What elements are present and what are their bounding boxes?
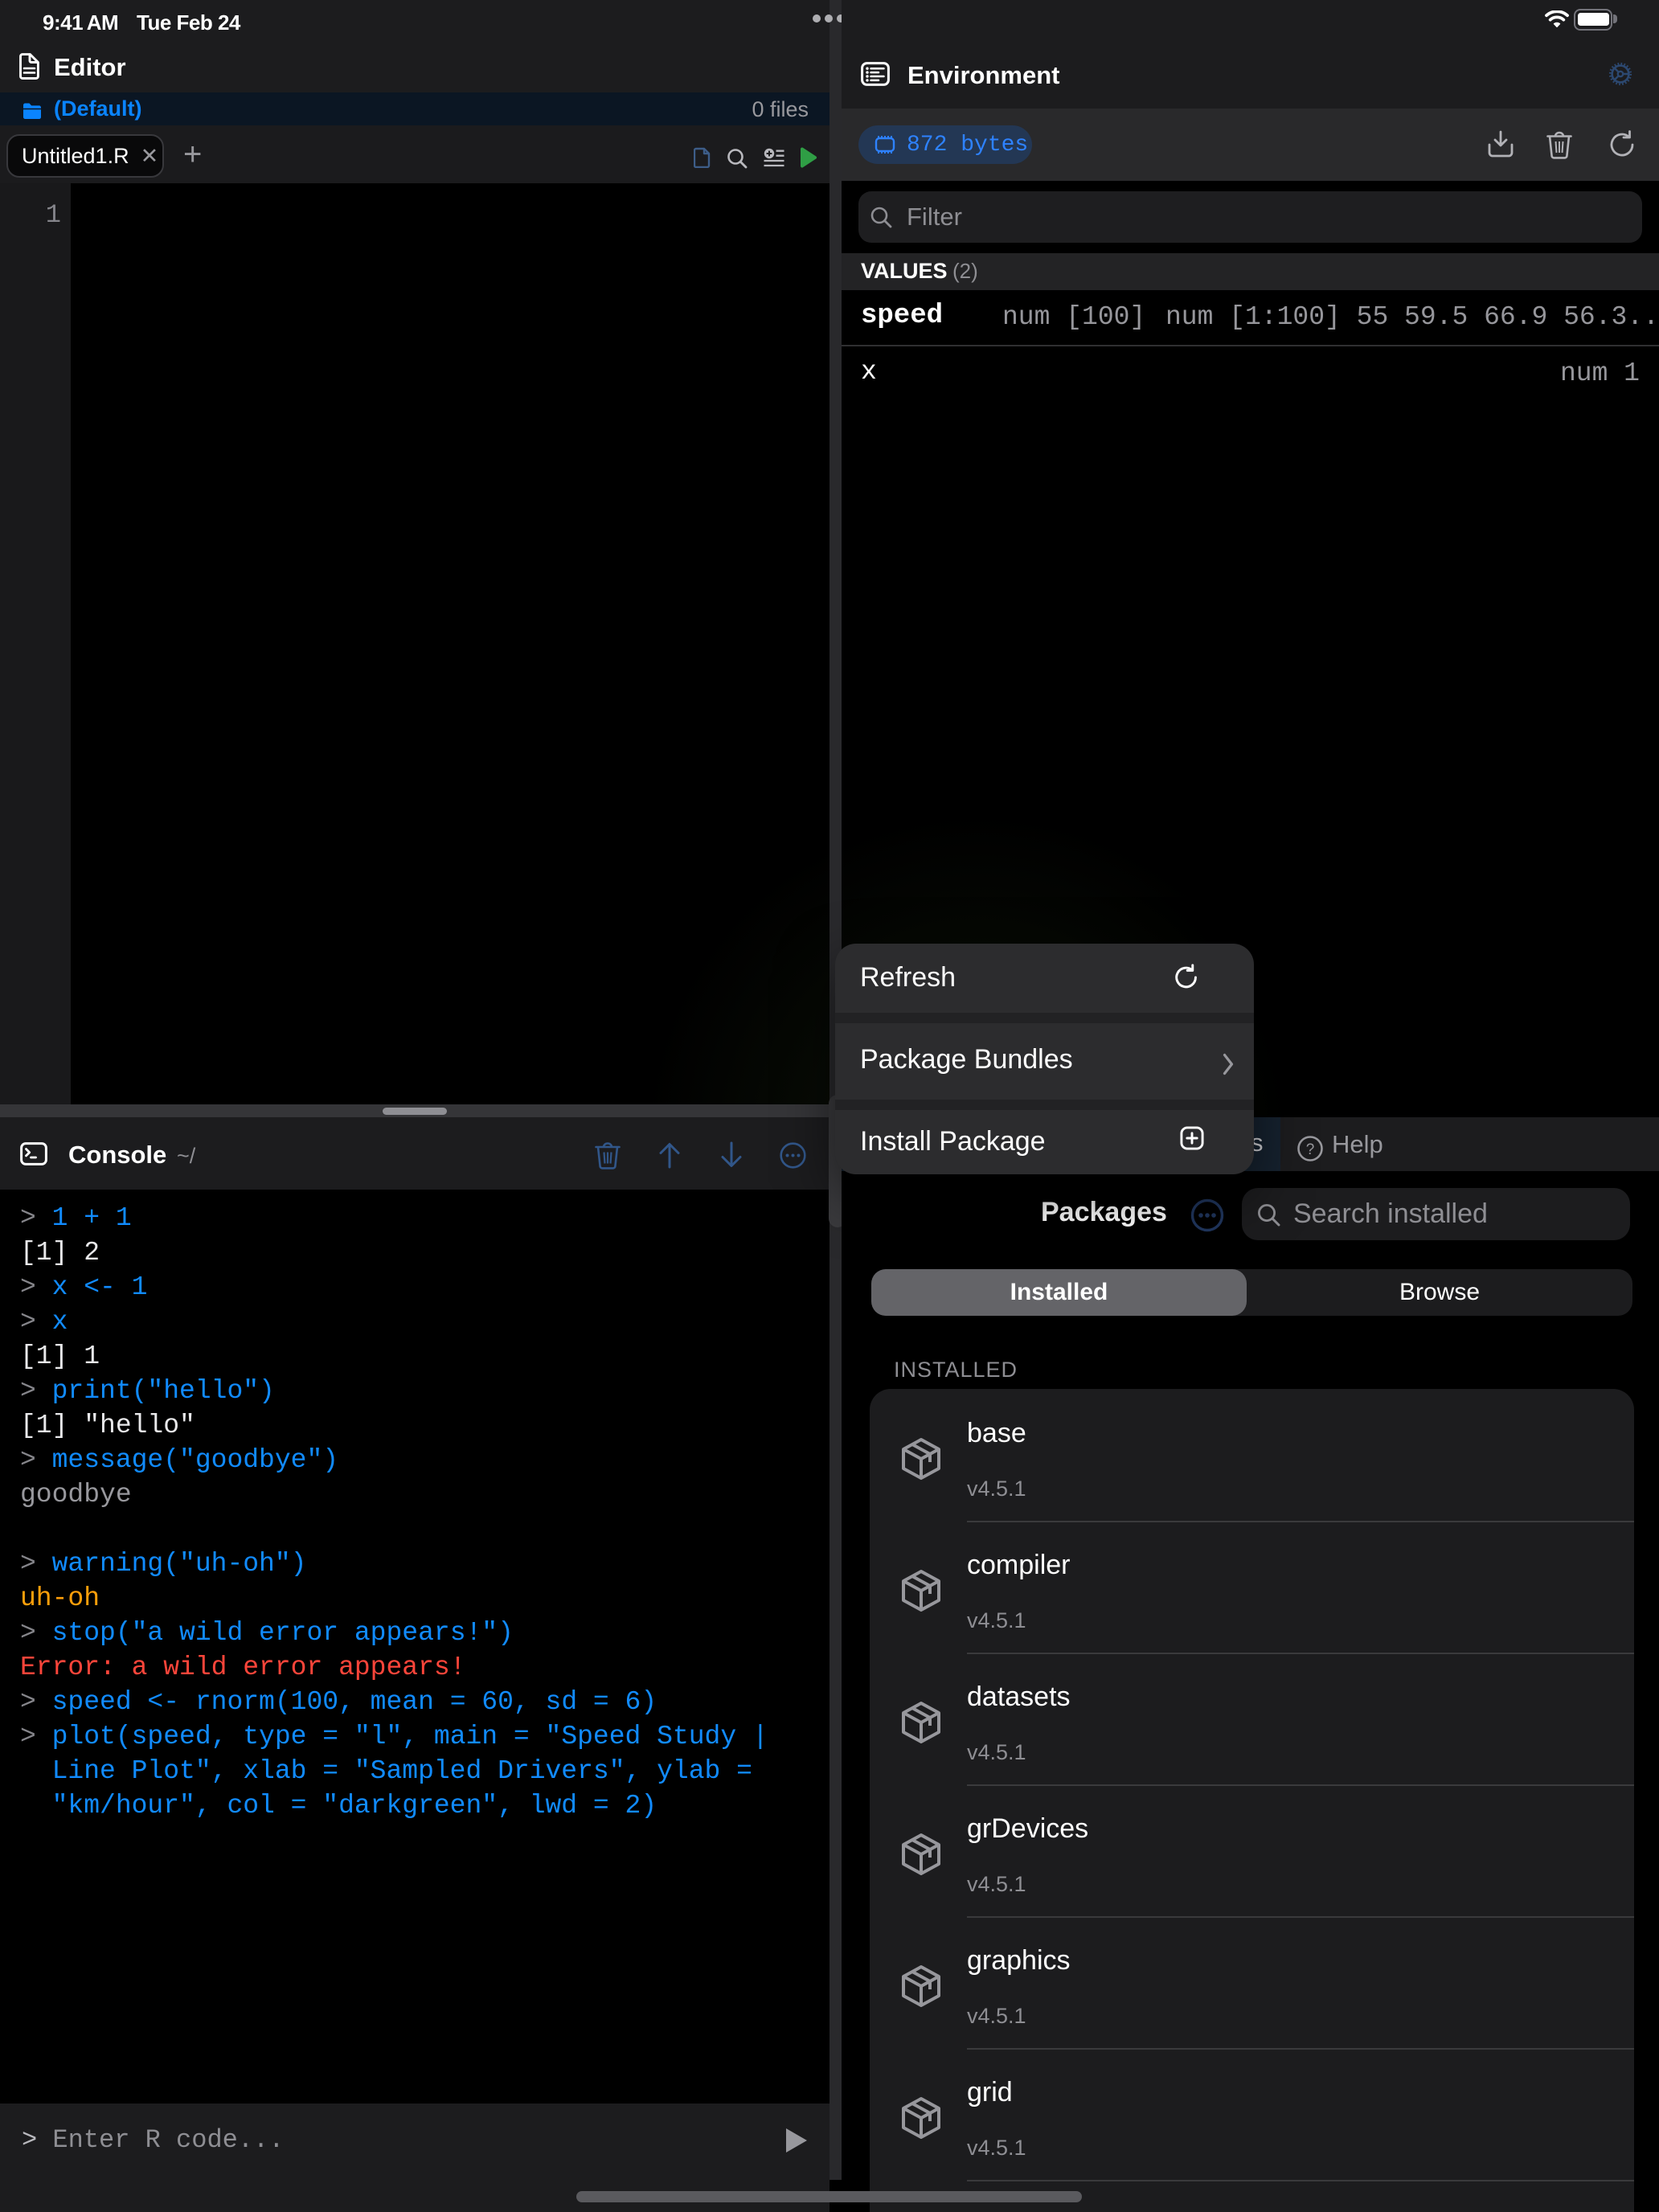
svg-text:?: ? <box>1306 1141 1315 1158</box>
